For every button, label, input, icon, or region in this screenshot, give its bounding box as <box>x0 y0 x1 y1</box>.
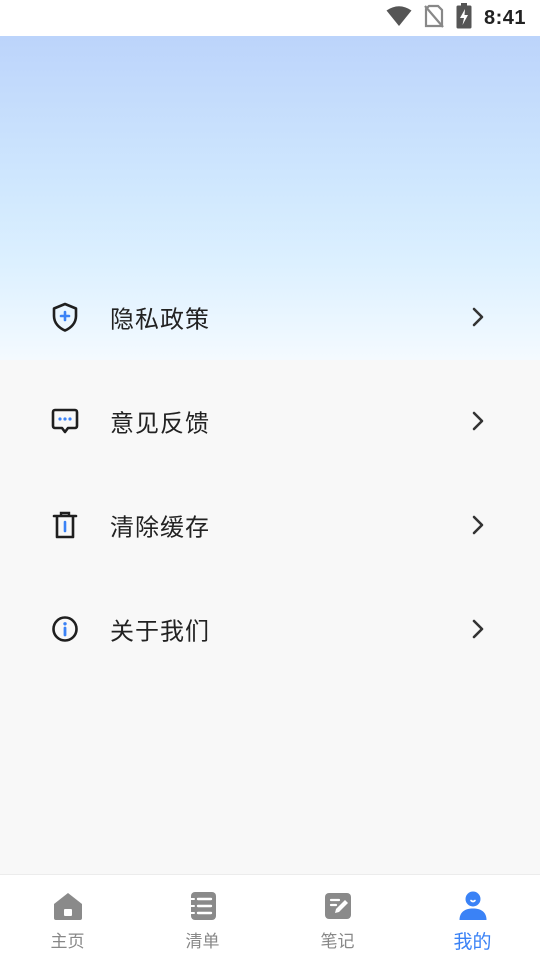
chevron-right-icon <box>470 306 486 328</box>
menu-item-privacy-policy[interactable]: 隐私政策 <box>0 265 540 369</box>
nav-item-list[interactable]: 清单 <box>135 875 270 960</box>
chevron-right-icon <box>470 410 486 432</box>
list-icon <box>186 889 220 923</box>
menu-item-label: 关于我们 <box>110 617 210 646</box>
nav-label: 清单 <box>185 932 220 952</box>
nav-label: 我的 <box>453 931 492 953</box>
wifi-icon <box>386 5 412 31</box>
info-icon <box>50 614 80 644</box>
battery-charging-icon <box>456 3 472 33</box>
message-dots-icon <box>50 406 80 436</box>
settings-menu: 隐私政策 意见反馈 清除缓存 关于我们 <box>0 265 540 681</box>
note-edit-icon <box>321 889 355 923</box>
menu-item-clear-cache[interactable]: 清除缓存 <box>0 473 540 577</box>
home-icon <box>51 889 85 923</box>
menu-item-about-us[interactable]: 关于我们 <box>0 577 540 681</box>
bottom-nav: 主页 清单 笔记 我的 <box>0 874 540 960</box>
menu-item-label: 隐私政策 <box>110 305 210 334</box>
nav-item-notes[interactable]: 笔记 <box>270 875 405 960</box>
user-icon <box>456 889 490 923</box>
status-time: 8:41 <box>483 6 526 29</box>
shield-plus-icon <box>50 302 80 332</box>
chevron-right-icon <box>470 618 486 640</box>
no-sim-icon <box>424 4 444 32</box>
chevron-right-icon <box>470 514 486 536</box>
menu-item-feedback[interactable]: 意见反馈 <box>0 369 540 473</box>
nav-label: 主页 <box>50 932 85 952</box>
menu-item-label: 意见反馈 <box>110 409 210 438</box>
status-bar: 8:41 <box>0 0 540 36</box>
trash-icon <box>50 510 80 540</box>
nav-item-mine[interactable]: 我的 <box>405 875 540 960</box>
nav-label: 笔记 <box>320 932 355 952</box>
nav-item-home[interactable]: 主页 <box>0 875 135 960</box>
menu-item-label: 清除缓存 <box>110 513 210 542</box>
